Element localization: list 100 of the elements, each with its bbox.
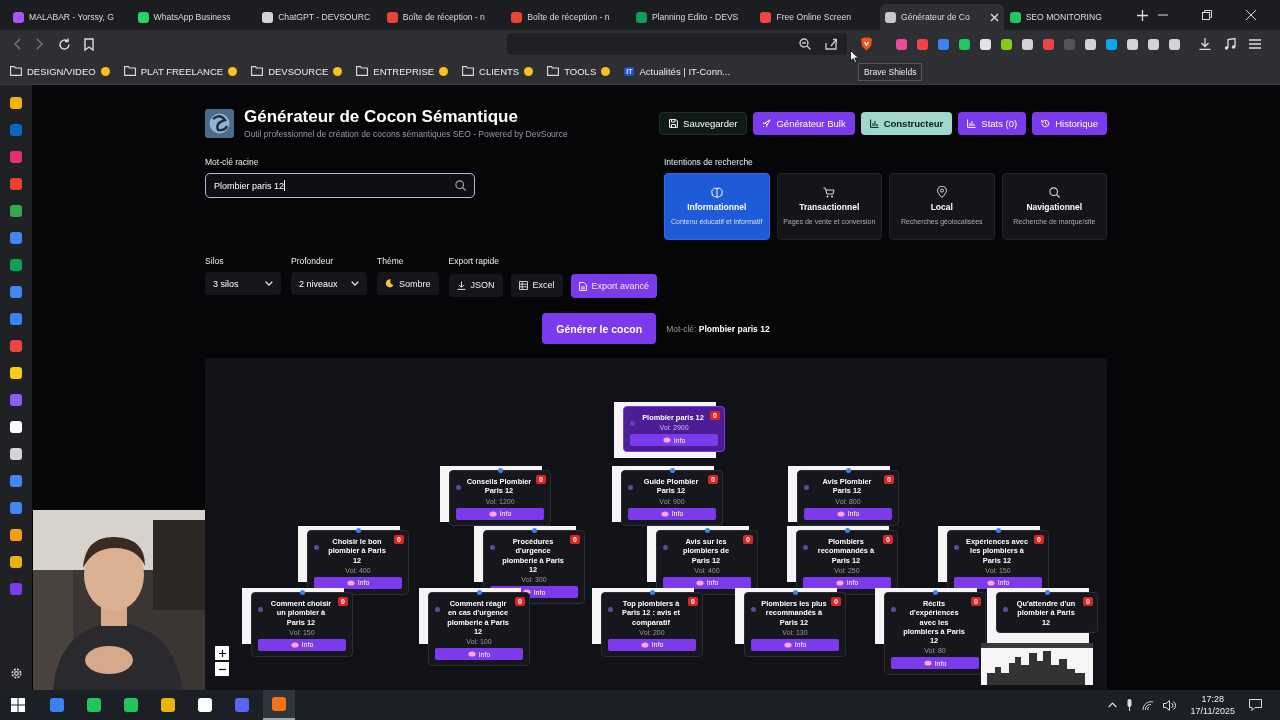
start-icon[interactable] xyxy=(11,698,25,712)
music-note-icon[interactable] xyxy=(1224,38,1236,50)
chevron-down-icon xyxy=(265,281,273,286)
bookmark-item[interactable]: CLIENTS xyxy=(462,65,534,77)
header-button[interactable]: Constructeur xyxy=(860,111,953,135)
menu-icon[interactable] xyxy=(1249,39,1261,49)
bookmark-item[interactable]: ENTREPRISE xyxy=(356,65,449,77)
volume-icon[interactable] xyxy=(1162,699,1176,711)
connector-handle[interactable] xyxy=(477,590,482,595)
extension-icon[interactable] xyxy=(980,38,991,50)
header-button[interactable]: Générateur Bulk xyxy=(753,111,855,135)
extension-icon[interactable] xyxy=(1106,38,1117,50)
export-button[interactable]: Excel xyxy=(510,273,563,297)
connector-handle[interactable] xyxy=(356,528,361,533)
extension-icon[interactable] xyxy=(1169,38,1180,50)
node-dot-icon xyxy=(628,485,633,490)
theme-button[interactable]: Sombre xyxy=(377,272,439,295)
keyword-input[interactable]: Plombier paris 12 xyxy=(205,173,475,198)
connector-handle[interactable] xyxy=(532,528,537,533)
app-shortcut-icon[interactable] xyxy=(10,97,22,109)
header-button[interactable]: Stats (0) xyxy=(958,111,1027,135)
emoji-icon xyxy=(439,66,449,76)
chevron-up-icon[interactable] xyxy=(1107,702,1117,708)
extension-icon[interactable] xyxy=(1001,38,1012,50)
export-button[interactable]: Export avancé xyxy=(570,274,658,298)
emoji-icon xyxy=(601,66,611,76)
silos-select[interactable]: 3 silos xyxy=(205,272,281,295)
lion-shield-icon[interactable] xyxy=(860,37,873,51)
field-label: Thème xyxy=(377,256,405,266)
connector-handle[interactable] xyxy=(845,528,850,533)
folder-icon xyxy=(251,66,264,76)
browser-tab[interactable]: Planning Edito - DEVS xyxy=(630,4,755,30)
back-icon[interactable] xyxy=(12,38,22,50)
zoom-out-button[interactable] xyxy=(215,662,229,676)
extension-icon[interactable] xyxy=(959,38,970,50)
connector-handle[interactable] xyxy=(650,590,655,595)
table-icon xyxy=(518,280,528,290)
browser-tab[interactable]: MALABAR - Yorssy, G xyxy=(8,4,132,30)
clock-time[interactable]: 17:28 xyxy=(1201,694,1225,704)
extension-icon[interactable] xyxy=(1127,38,1138,50)
browser-tab[interactable]: Free Online Screen xyxy=(755,4,880,30)
new-tab-icon[interactable] xyxy=(1137,9,1149,21)
graph-canvas[interactable] xyxy=(205,358,1107,690)
zoom-icon[interactable] xyxy=(799,38,811,50)
search-icon[interactable] xyxy=(455,180,466,191)
connector-handle[interactable] xyxy=(1045,590,1050,595)
extension-icon[interactable] xyxy=(1148,38,1159,50)
browser-tab[interactable]: SEO MONITORING xyxy=(1004,4,1129,30)
connector-handle[interactable] xyxy=(933,590,938,595)
bookmark-item[interactable]: DEVSOURCE xyxy=(251,65,343,77)
emoji-icon xyxy=(228,66,238,76)
browser-tab[interactable]: Boîte de réception - n xyxy=(506,4,630,30)
connector-handle[interactable] xyxy=(670,468,675,473)
depth-select[interactable]: 2 niveaux xyxy=(291,272,367,295)
connector-handle[interactable] xyxy=(846,468,851,473)
browser-tab[interactable]: ChatGPT - DEVSOURC xyxy=(257,4,381,30)
microphone-icon[interactable] xyxy=(1125,699,1133,711)
bookmark-icon[interactable] xyxy=(84,37,94,51)
forward-icon[interactable] xyxy=(35,38,45,50)
app-shortcut-icon[interactable] xyxy=(10,556,22,568)
extension-icon[interactable] xyxy=(1022,38,1033,50)
app-shortcut-icon[interactable] xyxy=(10,367,22,379)
browser-tab[interactable]: Boîte de réception - n xyxy=(381,4,506,30)
browser-tab[interactable]: WhatsApp Business xyxy=(132,4,257,30)
bar-chart-icon xyxy=(869,118,879,128)
browser-tab[interactable]: Générateur de Co xyxy=(880,4,1004,30)
bookmark-item[interactable]: DESIGN/VIDEO xyxy=(10,65,110,77)
app-shortcut-icon[interactable] xyxy=(10,421,22,433)
connector-handle[interactable] xyxy=(705,528,710,533)
header-button[interactable]: Historique xyxy=(1032,111,1107,135)
app-shortcut-icon[interactable] xyxy=(10,448,22,460)
close-icon[interactable] xyxy=(989,12,999,22)
connector-handle[interactable] xyxy=(498,468,503,473)
connector-handle[interactable] xyxy=(300,590,305,595)
zoom-in-button[interactable] xyxy=(215,646,229,660)
share-icon[interactable] xyxy=(825,38,837,50)
wifi-icon[interactable] xyxy=(1141,699,1154,711)
settings-icon[interactable] xyxy=(9,667,23,680)
location-pin-icon xyxy=(936,186,947,199)
export-button[interactable]: JSON xyxy=(448,273,503,297)
restore-icon[interactable] xyxy=(1202,10,1213,20)
close-icon[interactable] xyxy=(1246,10,1257,20)
intent-title: Transactionnel xyxy=(799,201,860,212)
notification-icon[interactable] xyxy=(1249,699,1262,711)
download-icon[interactable] xyxy=(1199,38,1211,50)
bookmark-item[interactable]: TOOLS xyxy=(547,65,611,77)
reload-icon[interactable] xyxy=(58,37,71,51)
bookmark-item[interactable]: PLAT FREELANCE xyxy=(123,65,238,77)
clock-date[interactable]: 17/11/2025 xyxy=(1190,706,1235,716)
app-shortcut-icon[interactable] xyxy=(10,529,22,541)
generate-button[interactable]: Générer le cocon xyxy=(542,313,657,344)
intent-title: Informationnel xyxy=(687,201,747,212)
bar-chart-icon xyxy=(967,118,977,128)
node-dot-icon xyxy=(490,545,495,550)
chevron-down-icon xyxy=(351,281,359,286)
app-subtitle: Outil professionnel de création de cocons sémantiques SEO - Powered by DevSource xyxy=(244,129,568,139)
connector-handle[interactable] xyxy=(793,590,798,595)
header-button[interactable]: Sauvegarder xyxy=(659,111,748,135)
connector-handle[interactable] xyxy=(996,528,1001,533)
extension-icon[interactable] xyxy=(1085,38,1096,50)
